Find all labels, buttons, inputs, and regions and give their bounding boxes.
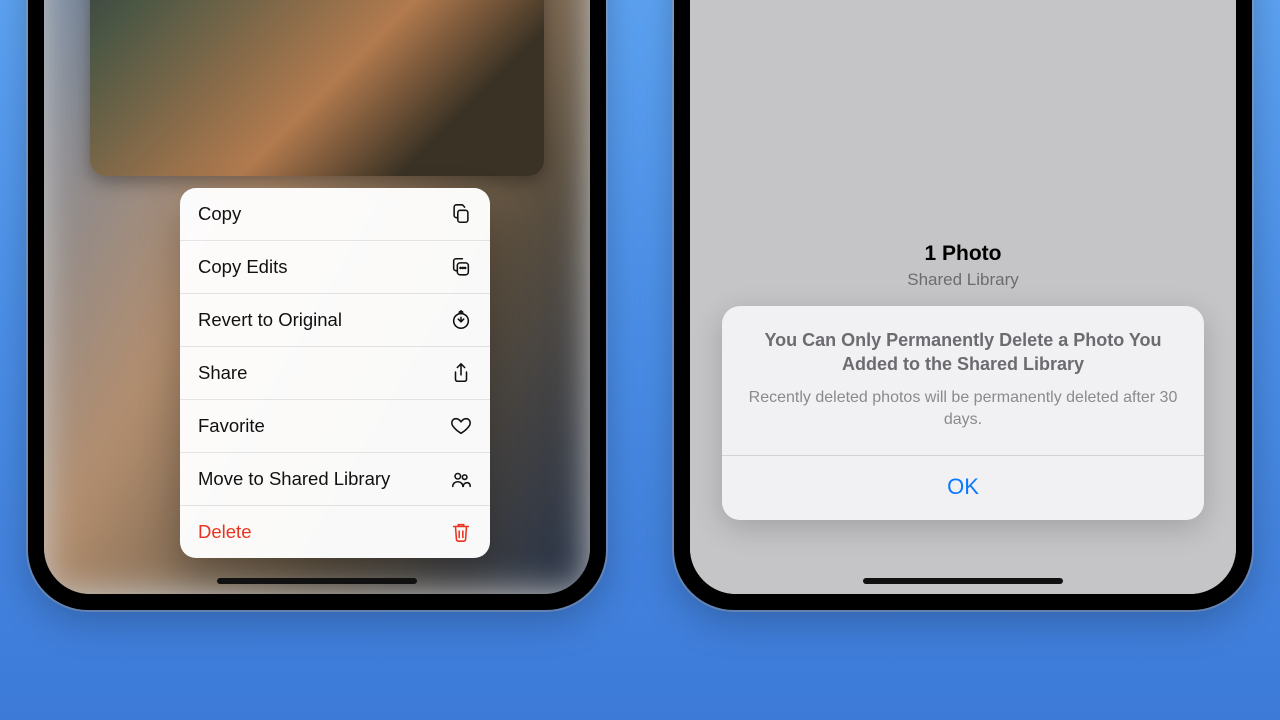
home-indicator[interactable] bbox=[217, 578, 417, 584]
home-indicator[interactable] bbox=[863, 578, 1063, 584]
menu-item-label: Favorite bbox=[198, 415, 265, 437]
menu-item-share[interactable]: Share bbox=[180, 347, 490, 400]
alert-message: Recently deleted photos will be permanen… bbox=[748, 387, 1178, 432]
copy-edits-icon bbox=[450, 256, 472, 278]
menu-item-label: Move to Shared Library bbox=[198, 468, 390, 490]
phone-frame-left: Copy Copy Edits bbox=[28, 0, 606, 610]
menu-item-favorite[interactable]: Favorite bbox=[180, 400, 490, 453]
copy-icon bbox=[450, 203, 472, 225]
menu-item-label: Copy Edits bbox=[198, 256, 287, 278]
share-icon bbox=[450, 362, 472, 384]
menu-item-copy-edits[interactable]: Copy Edits bbox=[180, 241, 490, 294]
menu-item-label: Revert to Original bbox=[198, 309, 342, 331]
photo-count: 1 Photo bbox=[690, 242, 1236, 266]
heart-icon bbox=[450, 415, 472, 437]
menu-item-move-shared[interactable]: Move to Shared Library bbox=[180, 453, 490, 506]
menu-item-label: Copy bbox=[198, 203, 241, 225]
photo-source: Shared Library bbox=[690, 270, 1236, 290]
alert-title: You Can Only Permanently Delete a Photo … bbox=[748, 328, 1178, 377]
revert-icon bbox=[450, 309, 472, 331]
photo-count-header: 1 Photo Shared Library bbox=[690, 242, 1236, 290]
people-icon bbox=[450, 468, 472, 490]
phone-screen-left: Copy Copy Edits bbox=[44, 0, 590, 594]
alert-dialog: You Can Only Permanently Delete a Photo … bbox=[722, 306, 1204, 520]
menu-item-revert[interactable]: Revert to Original bbox=[180, 294, 490, 347]
menu-item-label: Share bbox=[198, 362, 247, 384]
phone-screen-right: 1 Photo Shared Library You Can Only Perm… bbox=[690, 0, 1236, 594]
trash-icon bbox=[450, 521, 472, 543]
menu-item-delete[interactable]: Delete bbox=[180, 506, 490, 558]
context-menu: Copy Copy Edits bbox=[180, 188, 490, 558]
alert-ok-button[interactable]: OK bbox=[722, 456, 1204, 520]
photo-thumbnail[interactable] bbox=[90, 0, 544, 176]
menu-item-label: Delete bbox=[198, 521, 251, 543]
menu-item-copy[interactable]: Copy bbox=[180, 188, 490, 241]
alert-body: You Can Only Permanently Delete a Photo … bbox=[722, 306, 1204, 455]
phone-frame-right: 1 Photo Shared Library You Can Only Perm… bbox=[674, 0, 1252, 610]
